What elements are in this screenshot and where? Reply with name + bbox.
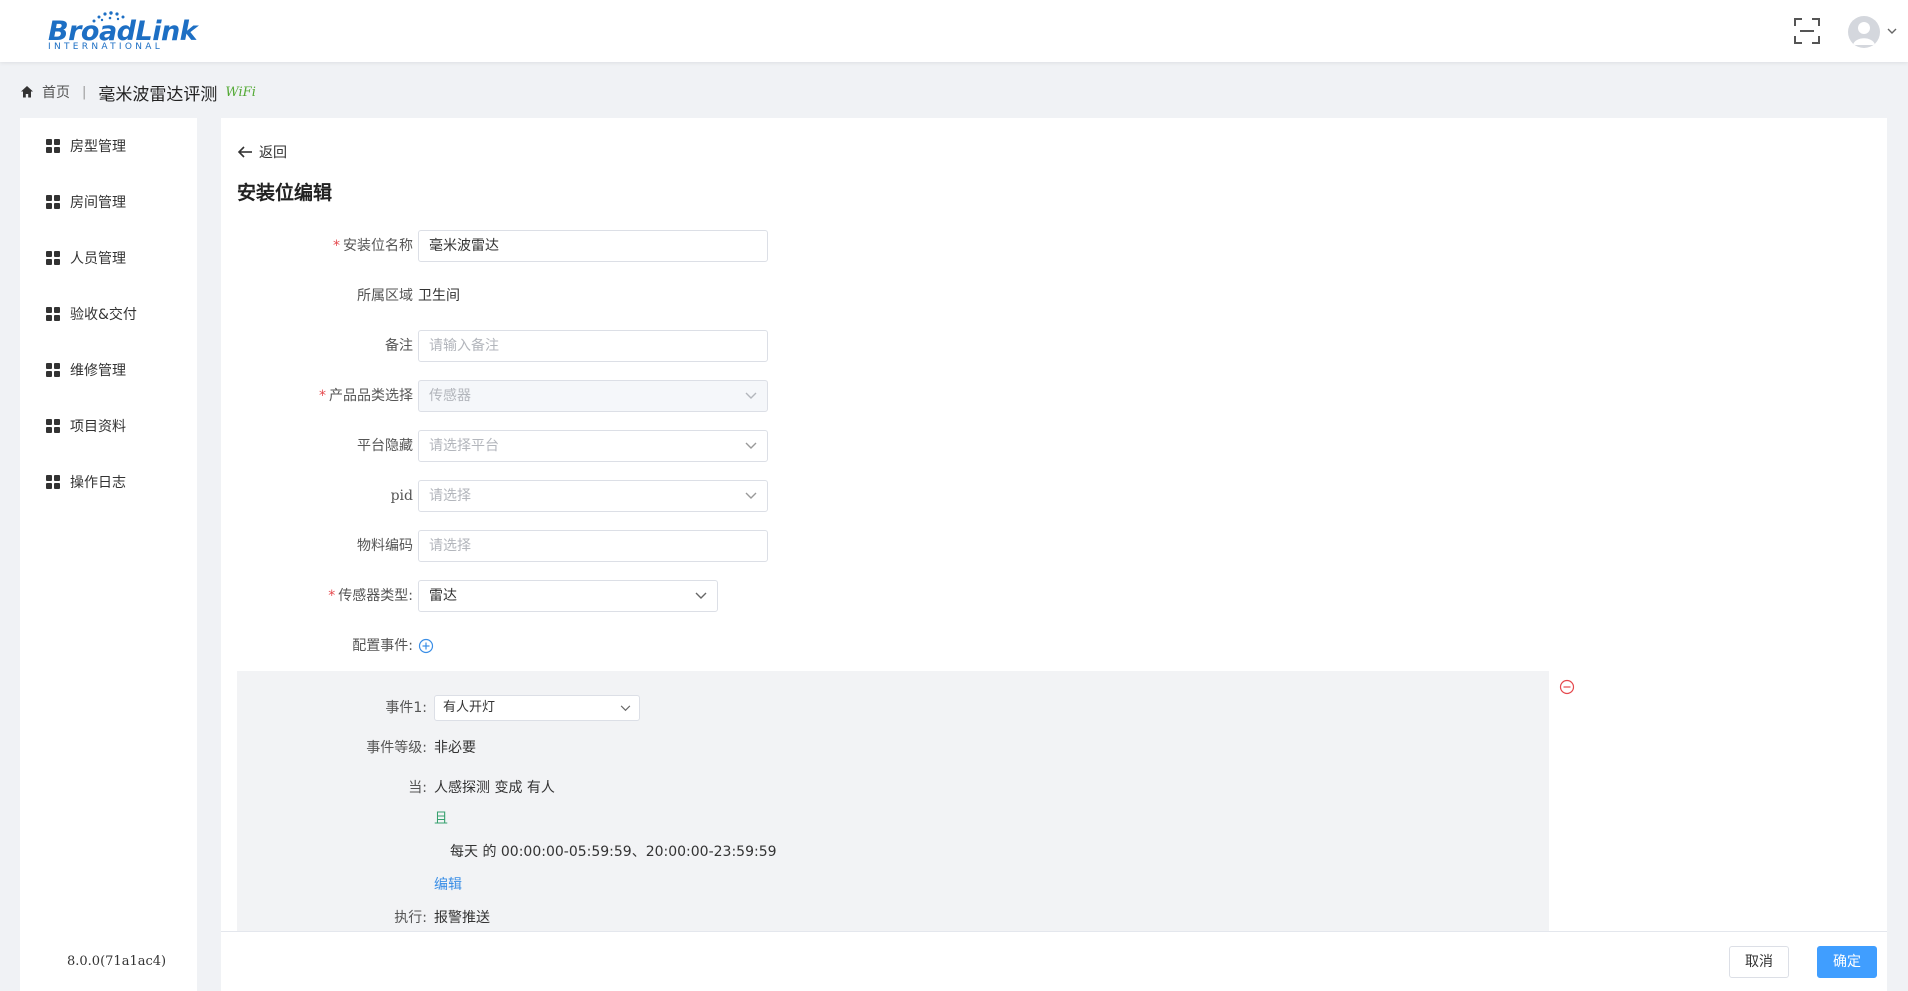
confirm-button[interactable]: 确定 [1817, 946, 1877, 978]
broadlink-logo[interactable]: BroadLink INTERNATIONAL [46, 11, 198, 53]
sidebar-item-room-type[interactable]: 房型管理 [46, 134, 126, 158]
sidebar-item-maintenance[interactable]: 维修管理 [46, 358, 126, 382]
event-when-value: 人感探测 变成 有人 [434, 780, 555, 796]
sidebar-item-acceptance[interactable]: 验收&交付 [46, 302, 137, 326]
note-label: 备注 [385, 338, 413, 354]
breadcrumb-tag: WiFi [225, 84, 256, 100]
name-label: * 安装位名称 [333, 238, 413, 254]
category-select-value: 传感器 [429, 388, 471, 404]
name-input[interactable]: 毫米波雷达 [418, 230, 768, 262]
back-button[interactable]: 返回 [237, 142, 287, 162]
event-name-value: 有人开灯 [443, 700, 496, 715]
edit-condition-link[interactable]: 编辑 [434, 874, 462, 894]
sensor-type-select-value: 雷达 [429, 588, 457, 604]
category-label: * 产品品类选择 [319, 388, 413, 404]
event-level-value: 非必要 [434, 740, 476, 756]
area-value: 卫生间 [418, 288, 460, 304]
events-label: 配置事件: [352, 638, 413, 654]
fullscreen-icon[interactable] [1793, 17, 1821, 45]
form-footer: 取消 确定 [221, 931, 1887, 991]
sidebar-item-label: 房型管理 [70, 139, 126, 155]
home-icon [21, 86, 33, 98]
required-mark: * [319, 388, 326, 404]
pid-select[interactable]: 请选择 [418, 480, 768, 512]
sidebar-item-label: 房间管理 [70, 195, 126, 211]
sidebar-item-label: 维修管理 [70, 363, 126, 379]
grid-icon [46, 475, 60, 489]
event-name-label: 事件1: [385, 700, 427, 716]
event-exec-value: 报警推送 [434, 910, 490, 926]
sidebar-item-label: 项目资料 [70, 419, 126, 435]
chevron-down-icon [745, 442, 757, 449]
grid-icon [46, 195, 60, 209]
back-label: 返回 [259, 145, 287, 161]
sidebar-item-label: 操作日志 [70, 475, 126, 491]
platform-select[interactable]: 请选择平台 [418, 430, 768, 462]
sidebar-item-room[interactable]: 房间管理 [46, 190, 126, 214]
breadcrumb-home[interactable]: 首页 [42, 82, 70, 102]
user-avatar-icon[interactable] [1848, 16, 1880, 48]
sidebar: 房型管理 房间管理 人员管理 验收&交付 维修管理 项目资料 操作日志 8.0.… [20, 118, 197, 991]
chevron-down-icon [695, 592, 707, 599]
chevron-down-icon [620, 705, 631, 712]
sidebar-item-label: 人员管理 [70, 251, 126, 267]
add-event-icon[interactable] [418, 638, 434, 654]
category-select[interactable]: 传感器 [418, 380, 768, 412]
breadcrumb-separator: | [82, 84, 87, 100]
chevron-down-icon[interactable] [1886, 26, 1898, 36]
grid-icon [46, 419, 60, 433]
platform-label: 平台隐藏 [357, 438, 413, 454]
version-label: 8.0.0(71a1ac4) [67, 954, 167, 969]
breadcrumb: 首页 | 毫米波雷达评测 WiFi [20, 80, 256, 105]
main-panel: 返回 安装位编辑 * 安装位名称 毫米波雷达 所属区域 卫生间 备注 请输入备注 … [221, 118, 1887, 991]
chevron-down-icon [745, 492, 757, 499]
material-label: 物料编码 [357, 538, 413, 554]
and-condition-link[interactable]: 且 [434, 808, 448, 828]
remove-event-icon[interactable] [1559, 679, 1575, 695]
sidebar-item-personnel[interactable]: 人员管理 [46, 246, 126, 270]
grid-icon [46, 251, 60, 265]
logo-subtitle: INTERNATIONAL [48, 42, 164, 52]
sidebar-item-project-docs[interactable]: 项目资料 [46, 414, 126, 438]
sensor-type-select[interactable]: 雷达 [418, 580, 718, 612]
platform-select-placeholder: 请选择平台 [429, 438, 499, 454]
chevron-down-icon [745, 392, 757, 399]
required-mark: * [328, 588, 336, 604]
page-title: 安装位编辑 [237, 182, 333, 204]
breadcrumb-project-title: 毫米波雷达评测 [98, 84, 218, 105]
arrow-left-icon [237, 146, 252, 158]
sensor-type-label: * 传感器类型: [328, 588, 413, 604]
pid-select-placeholder: 请选择 [429, 488, 471, 504]
grid-icon [46, 139, 60, 153]
cancel-button[interactable]: 取消 [1729, 946, 1789, 978]
top-header: BroadLink INTERNATIONAL [0, 0, 1908, 62]
sidebar-item-label: 验收&交付 [70, 307, 137, 323]
event-name-select[interactable]: 有人开灯 [434, 695, 640, 721]
required-mark: * [333, 238, 340, 254]
event-exec-label: 执行: [394, 910, 427, 926]
event-time-value: 每天 的 00:00:00-05:59:59、20:00:00-23:59:59 [450, 844, 777, 860]
event-level-label: 事件等级: [366, 740, 427, 756]
event-when-label: 当: [408, 780, 427, 796]
material-input[interactable]: 请选择 [418, 530, 768, 562]
grid-icon [46, 307, 60, 321]
note-input[interactable]: 请输入备注 [418, 330, 768, 362]
pid-label: pid [390, 488, 413, 504]
area-label: 所属区域 [357, 288, 413, 304]
sidebar-item-operation-log[interactable]: 操作日志 [46, 470, 126, 494]
grid-icon [46, 363, 60, 377]
